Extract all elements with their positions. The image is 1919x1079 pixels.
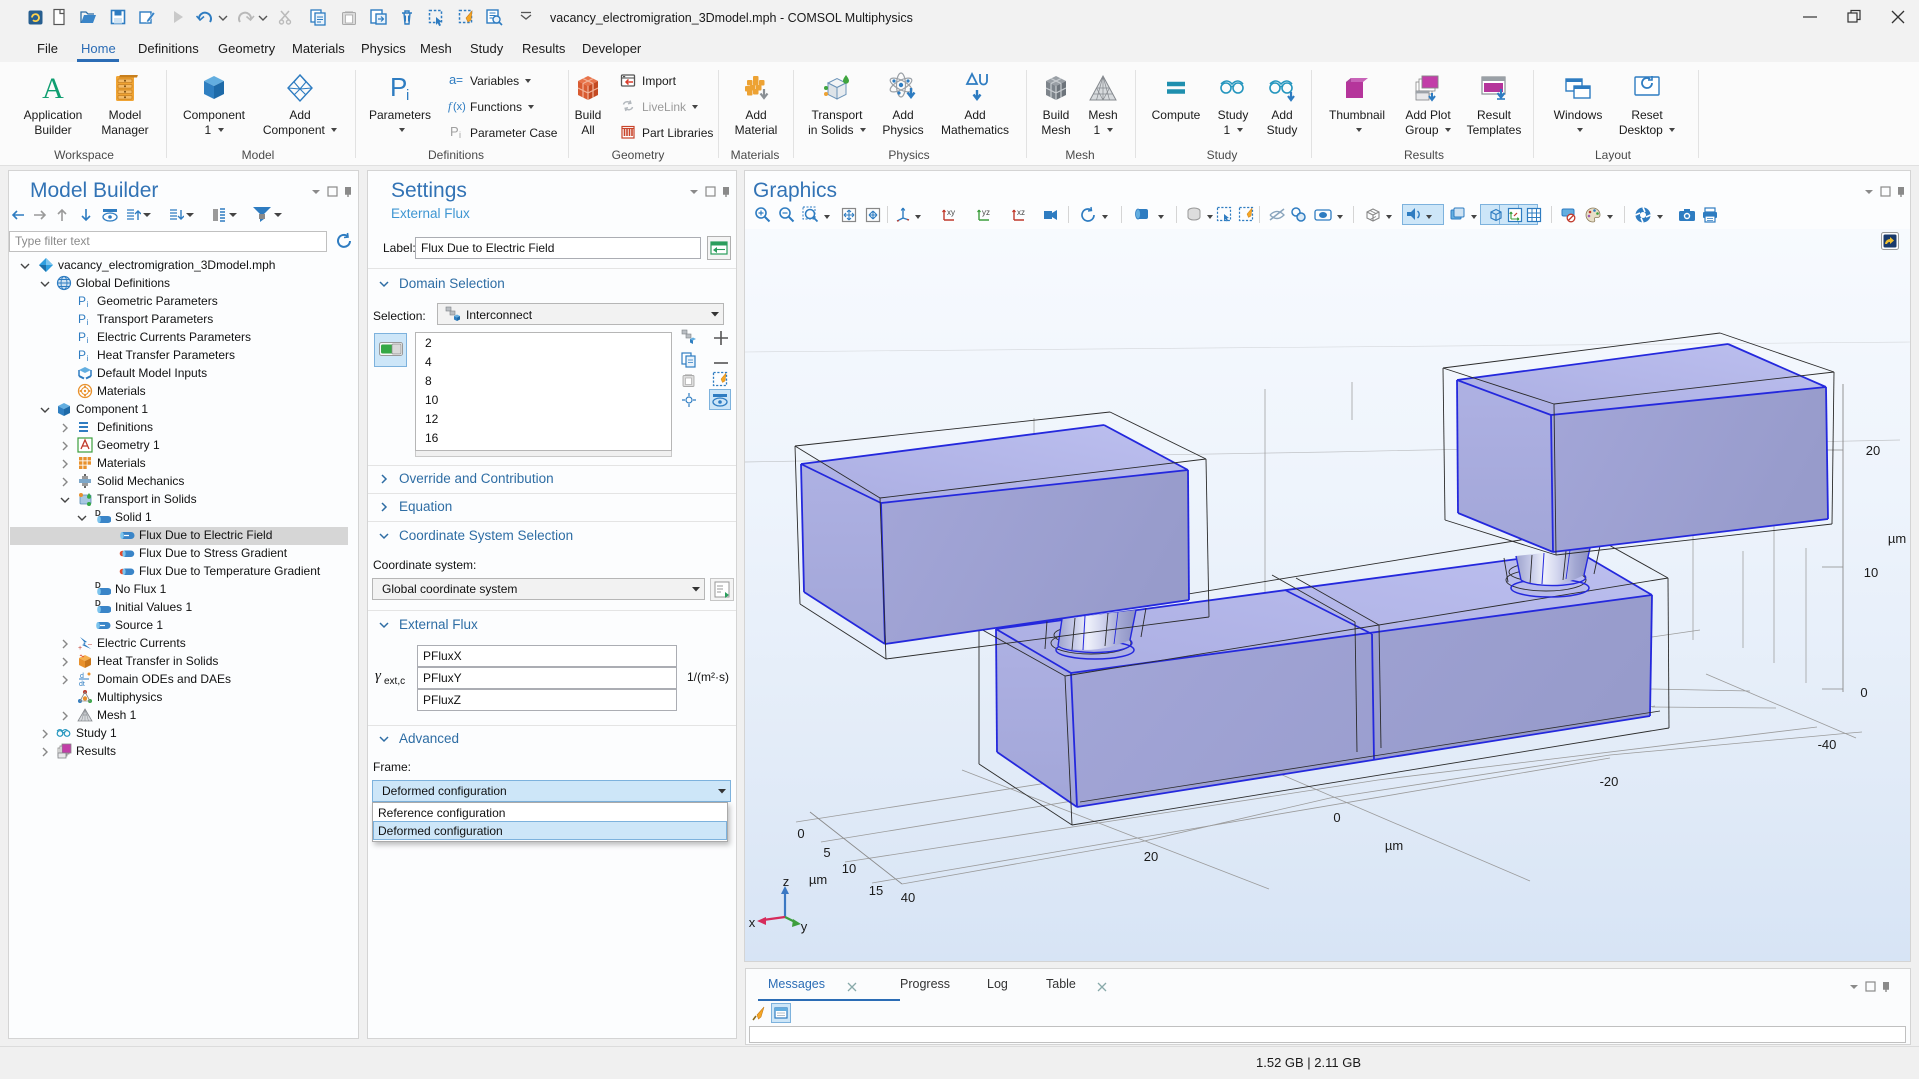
svg-text:10: 10 — [1864, 565, 1878, 580]
svg-text:µm: µm — [809, 872, 827, 887]
svg-text:µm: µm — [1385, 838, 1403, 853]
svg-text:P: P — [78, 330, 86, 344]
svg-text:x: x — [749, 915, 756, 930]
svg-text:-40: -40 — [1818, 737, 1837, 752]
svg-text:_: _ — [87, 638, 92, 645]
svg-text:xy: xy — [947, 208, 955, 217]
svg-text:=: = — [456, 73, 463, 87]
svg-text:i: i — [406, 87, 409, 104]
svg-text:z: z — [783, 874, 790, 889]
svg-text:0: 0 — [1333, 810, 1340, 825]
svg-text:P: P — [78, 348, 86, 362]
svg-text:20: 20 — [1144, 849, 1158, 864]
svg-text:i: i — [87, 336, 89, 345]
svg-text:40: 40 — [901, 890, 915, 905]
svg-text:A: A — [42, 72, 64, 104]
svg-text:20: 20 — [1866, 443, 1880, 458]
svg-text:(x): (x) — [453, 101, 466, 113]
svg-text:0: 0 — [797, 826, 804, 841]
svg-text:-20: -20 — [1600, 774, 1619, 789]
svg-text:10: 10 — [842, 861, 856, 876]
svg-text:+: + — [78, 645, 82, 651]
svg-text:P: P — [450, 124, 459, 139]
svg-text:i: i — [87, 318, 89, 327]
svg-text:P: P — [78, 294, 86, 308]
svg-text:i: i — [87, 354, 89, 363]
svg-text:xz: xz — [1017, 208, 1025, 217]
svg-text:µm: µm — [1888, 531, 1906, 546]
svg-text:yz: yz — [982, 208, 990, 217]
svg-text:i: i — [87, 300, 89, 309]
svg-text:P: P — [78, 312, 86, 326]
svg-text:dt: dt — [79, 681, 85, 687]
svg-text:5: 5 — [823, 845, 830, 860]
svg-text:0: 0 — [1860, 685, 1867, 700]
svg-text:y: y — [801, 919, 808, 934]
svg-text:15: 15 — [869, 883, 883, 898]
svg-text:i: i — [459, 130, 461, 140]
svg-text:P: P — [390, 72, 407, 102]
